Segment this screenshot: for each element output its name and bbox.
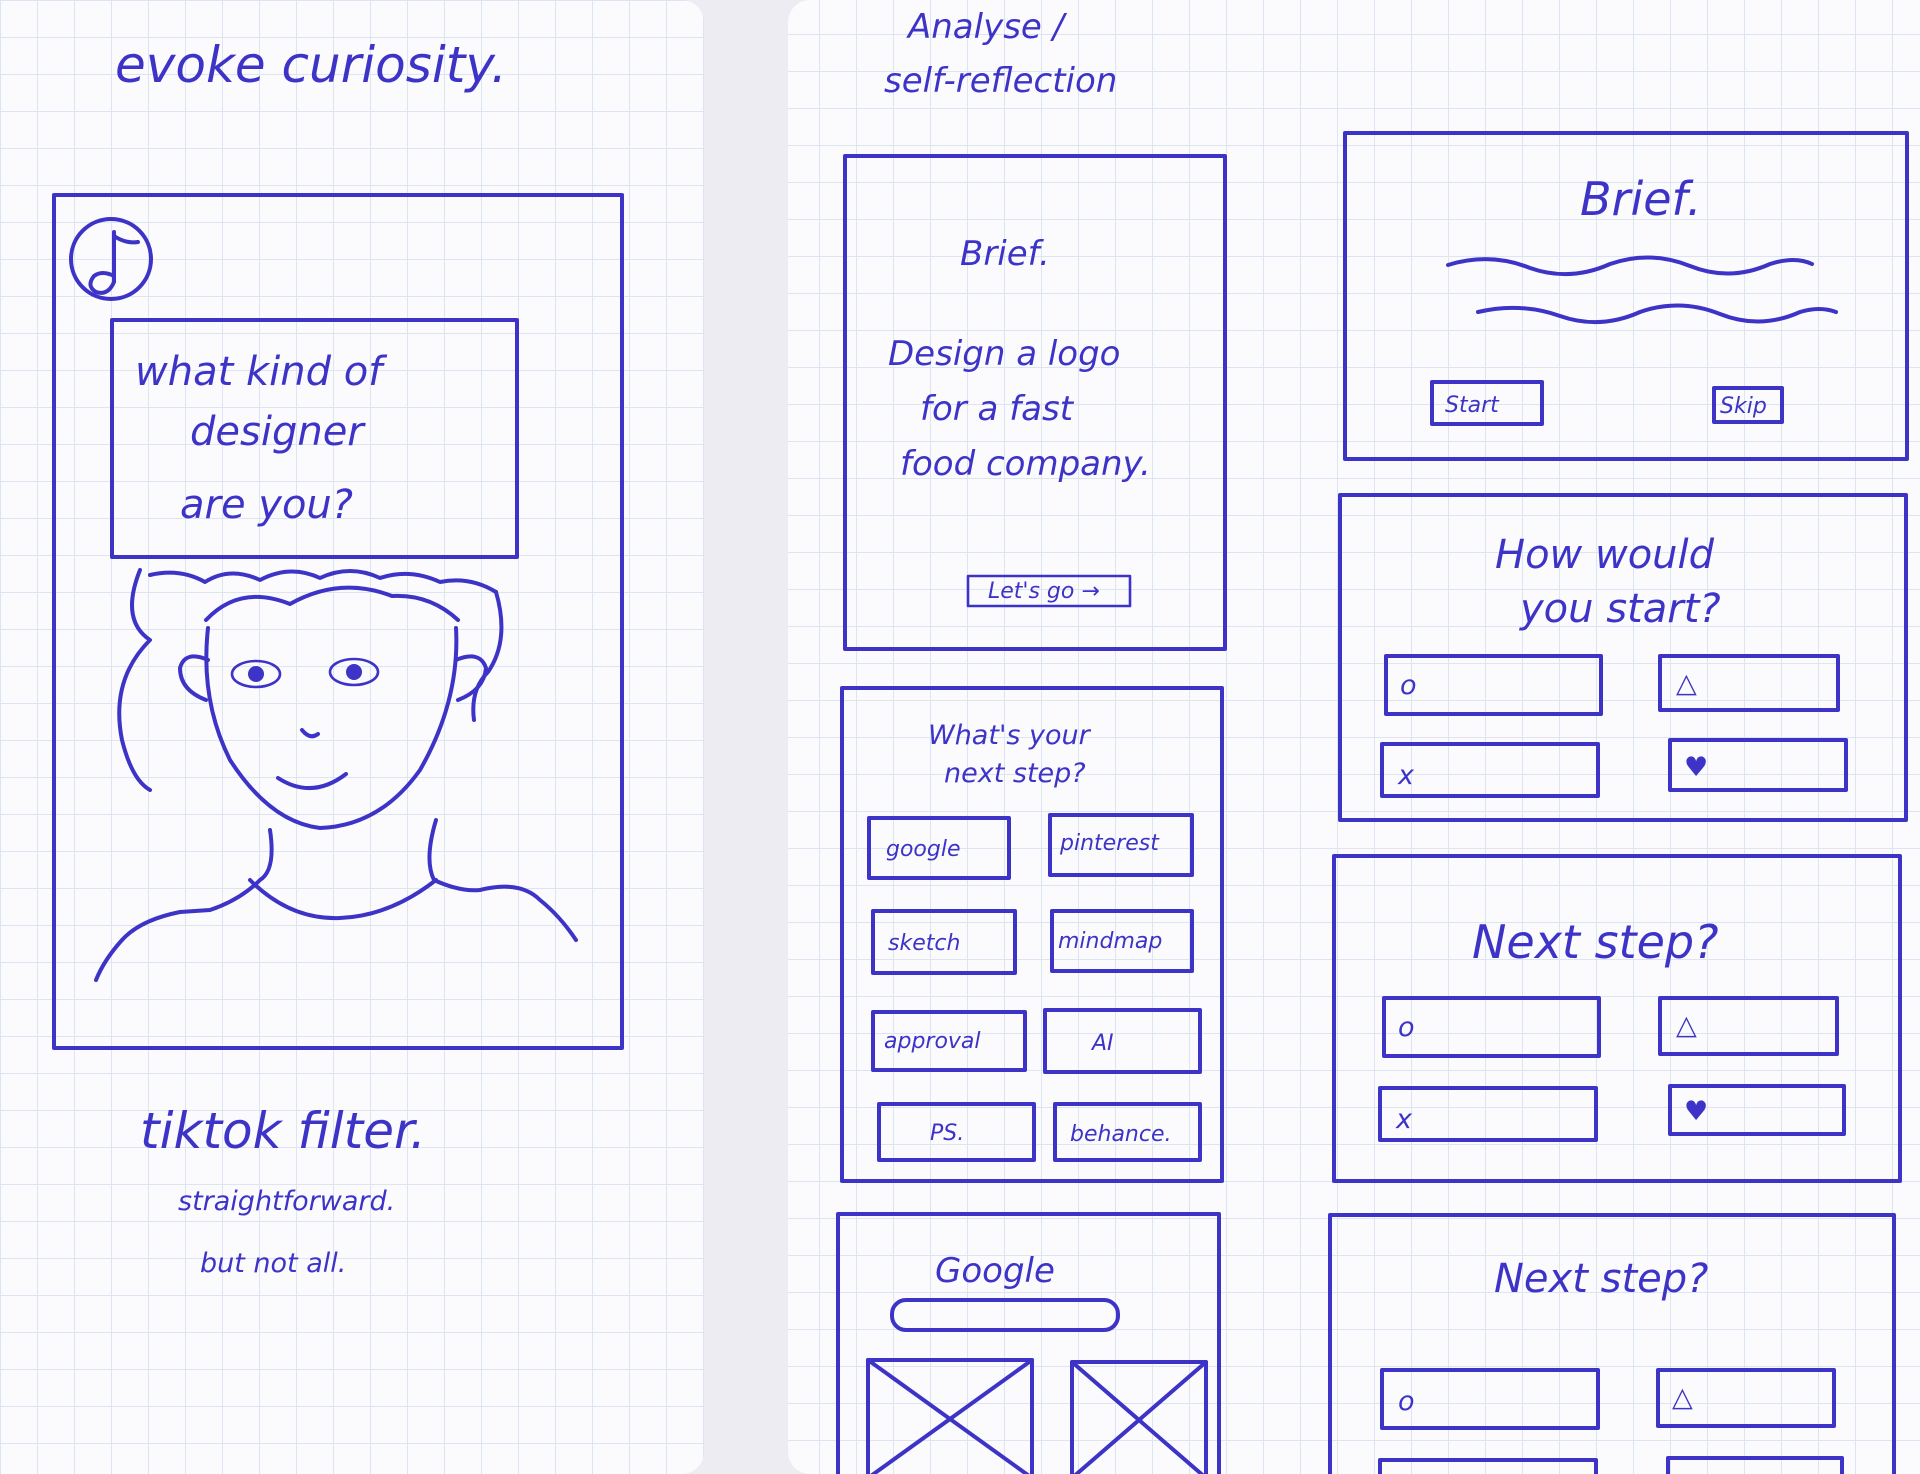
option-behance-label: behance. — [1070, 1122, 1172, 1147]
how-option-triangle-label: △ — [1676, 668, 1697, 699]
how-option-cross-label: x — [1397, 760, 1415, 791]
how-option-circle[interactable]: o — [1384, 654, 1603, 716]
how-option-heart-label: ♥ — [1684, 752, 1708, 783]
next3-option-triangle[interactable]: △ — [1656, 1368, 1836, 1428]
option-pinterest-label: pinterest — [1059, 831, 1160, 856]
tiktok-filter-phone-frame: what kind of designer are you? — [52, 193, 624, 1050]
how-option-cross[interactable]: x — [1380, 742, 1600, 798]
how-option-triangle[interactable]: △ — [1658, 654, 1840, 712]
next-step-card-3: Next step? o △ — [1328, 1213, 1896, 1474]
option-mindmap-label: mindmap — [1058, 929, 1162, 954]
left-note-line-2: but not all. — [200, 1248, 346, 1279]
start-button-label: Start — [1445, 393, 1500, 418]
lets-go-button-label: Let's go → — [988, 579, 1100, 604]
brief-card-title: Brief. — [960, 234, 1050, 274]
next2-option-cross-label: x — [1395, 1104, 1413, 1135]
next-step-card-2: Next step? o △ x ♥ — [1332, 854, 1902, 1183]
question-line-3: are you? — [180, 482, 353, 528]
next-step-2-title: Next step? — [1472, 915, 1719, 969]
question-line-2: designer — [190, 409, 366, 455]
option-sketch-label: sketch — [888, 931, 960, 956]
next3-option-triangle-label: △ — [1672, 1382, 1693, 1413]
image-placeholder-1 — [866, 1358, 1034, 1474]
option-google-label: google — [886, 837, 961, 862]
next-step-3-title: Next step? — [1494, 1256, 1708, 1302]
next2-option-heart[interactable]: ♥ — [1668, 1084, 1846, 1136]
next2-option-triangle[interactable]: △ — [1658, 996, 1839, 1056]
next3-option-circle[interactable]: o — [1380, 1368, 1600, 1430]
how-would-you-start-card: How would you start? o △ x ♥ — [1338, 493, 1908, 822]
option-ai-label: AI — [1090, 1031, 1114, 1056]
option-sketch[interactable]: sketch — [871, 909, 1017, 975]
brief-card-2: Brief. Start Skip — [1343, 131, 1909, 461]
option-ps-label: PS. — [930, 1121, 964, 1146]
question-line-1: what kind of — [135, 349, 388, 395]
how-option-circle-label: o — [1400, 670, 1417, 701]
right-heading-line-2: self-reflection — [884, 61, 1117, 101]
skip-button[interactable]: Skip — [1712, 386, 1784, 424]
option-google[interactable]: google — [867, 816, 1011, 880]
option-pinterest[interactable]: pinterest — [1048, 813, 1194, 877]
option-approval[interactable]: approval — [871, 1010, 1027, 1072]
brief-card: Brief. Design a logo for a fast food com… — [843, 154, 1227, 651]
option-ai[interactable]: AI — [1043, 1008, 1202, 1074]
next2-option-cross[interactable]: x — [1378, 1086, 1598, 1142]
sketch-canvas: evoke curiosity. what kind of designer a… — [52, 7, 1909, 1474]
left-note-line-1: straightforward. — [178, 1186, 395, 1217]
how-title-line-2: you start? — [1519, 586, 1721, 632]
left-heading: evoke curiosity. — [115, 36, 507, 94]
whats-your-next-step-card: What's your next step? google pinterest … — [840, 686, 1224, 1183]
brief-card-2-title: Brief. — [1580, 172, 1702, 226]
brief-body-line-2: for a fast — [920, 389, 1075, 429]
google-card: Google — [836, 1212, 1221, 1474]
brief-body-line-3: food company. — [900, 444, 1151, 484]
next-step-title-line-2: next step? — [944, 758, 1086, 789]
next2-option-heart-label: ♥ — [1684, 1096, 1708, 1127]
left-caption: tiktok filter. — [140, 1102, 426, 1160]
google-card-title: Google — [935, 1251, 1055, 1291]
tiktok-logo-icon — [69, 217, 153, 301]
how-option-heart[interactable]: ♥ — [1668, 738, 1848, 792]
next-step-title-line-1: What's your — [928, 720, 1092, 751]
right-heading-line-1: Analyse / — [906, 7, 1068, 47]
search-bar[interactable] — [890, 1298, 1120, 1332]
option-ps[interactable]: PS. — [877, 1102, 1036, 1162]
lets-go-button[interactable]: Let's go → — [966, 574, 1132, 608]
next3-option-circle-label: o — [1398, 1386, 1415, 1417]
image-placeholder-2 — [1070, 1360, 1208, 1474]
skip-button-label: Skip — [1720, 394, 1767, 419]
how-title-line-1: How would — [1495, 532, 1715, 578]
brief-body-line-1: Design a logo — [888, 334, 1120, 374]
next2-option-circle[interactable]: o — [1382, 996, 1601, 1058]
start-button[interactable]: Start — [1430, 380, 1544, 426]
option-behance[interactable]: behance. — [1053, 1102, 1202, 1162]
next2-option-circle-label: o — [1398, 1012, 1415, 1043]
option-approval-label: approval — [884, 1029, 981, 1054]
next2-option-triangle-label: △ — [1676, 1010, 1697, 1041]
option-mindmap[interactable]: mindmap — [1050, 909, 1194, 973]
face-illustration — [94, 568, 578, 982]
